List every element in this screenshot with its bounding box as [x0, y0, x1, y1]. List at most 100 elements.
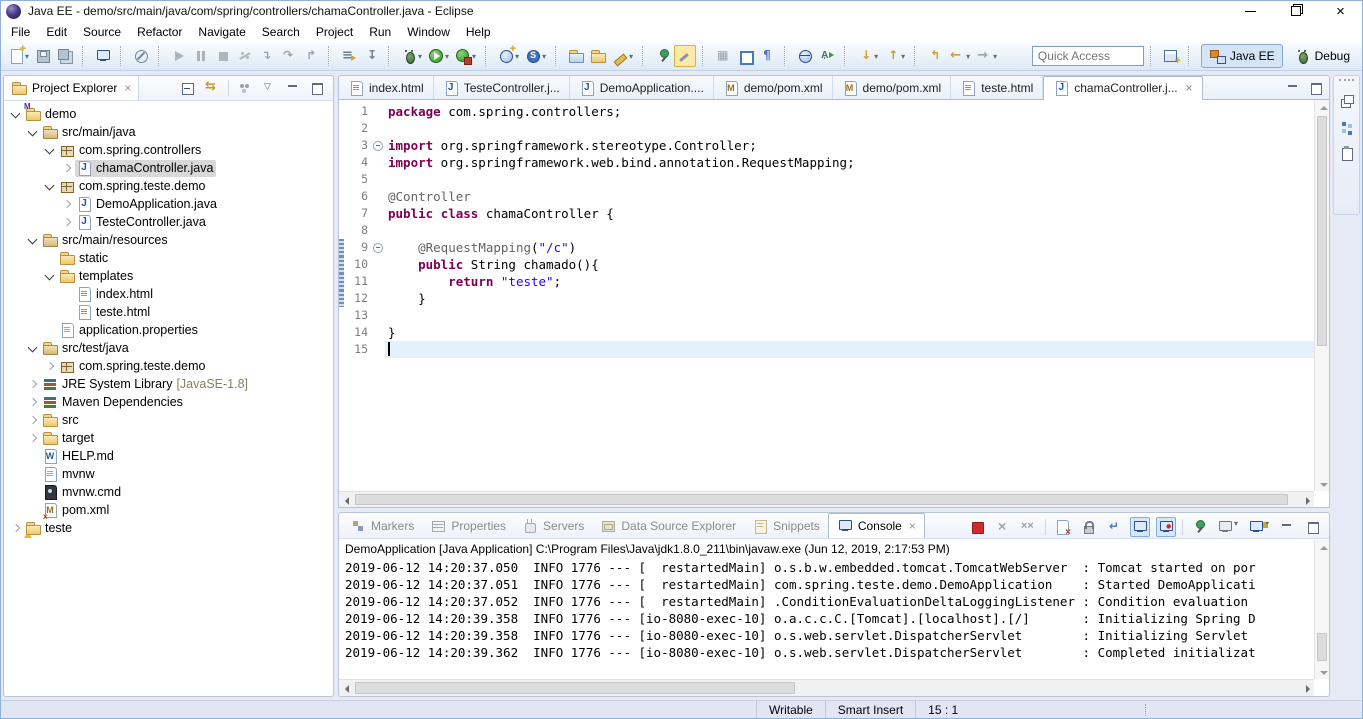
tree-item-src-main-java[interactable]: src/main/java: [4, 123, 333, 141]
soap-service-button[interactable]: ▾: [522, 45, 549, 67]
console-vertical-scrollbar[interactable]: [1314, 540, 1329, 679]
external-tools-button[interactable]: ▾: [452, 45, 479, 67]
dropdown-arrow-icon[interactable]: ▾: [993, 52, 997, 61]
scrollbar-thumb[interactable]: [355, 494, 1288, 505]
external-config-button[interactable]: [816, 45, 838, 67]
scroll-down-icon[interactable]: [1315, 476, 1330, 491]
view-menu-button[interactable]: [261, 80, 277, 96]
open-browser-button[interactable]: [794, 45, 816, 67]
expander-closed-icon[interactable]: [25, 430, 41, 446]
build-all-button[interactable]: [712, 45, 734, 67]
open-type-button[interactable]: [565, 45, 587, 67]
scroll-down-icon[interactable]: [1315, 664, 1330, 679]
terminal-button[interactable]: [92, 45, 114, 67]
run-to-line-button[interactable]: [360, 45, 382, 67]
clear-console-button[interactable]: [1052, 517, 1072, 537]
tree-item-target[interactable]: target: [4, 429, 333, 447]
expander-closed-icon[interactable]: [59, 214, 75, 230]
view-tab-servers[interactable]: Servers: [514, 513, 592, 538]
fold-collapse-icon[interactable]: [371, 137, 385, 154]
scroll-up-icon[interactable]: [1315, 100, 1330, 115]
dots-button[interactable]: [237, 80, 253, 96]
forward-button[interactable]: ▾: [973, 45, 1000, 67]
tree-item-templates[interactable]: templates: [4, 267, 333, 285]
editor-tab-chamacontroller-j[interactable]: chamaController.j...×: [1043, 76, 1202, 100]
annotate-button[interactable]: ▾: [609, 45, 636, 67]
dropdown-arrow-icon[interactable]: ▾: [1234, 519, 1238, 535]
expander-open-icon[interactable]: [42, 268, 58, 284]
expander-closed-icon[interactable]: [59, 196, 75, 212]
menu-file[interactable]: File: [3, 23, 38, 41]
restore-view-icon[interactable]: [1339, 93, 1355, 109]
word-wrap-button[interactable]: [1104, 517, 1124, 537]
tree-item-mvnw[interactable]: mvnw: [4, 465, 333, 483]
tree-item-jre-system-library[interactable]: JRE System Library [JavaSE-1.8]: [4, 375, 333, 393]
scroll-left-icon[interactable]: [339, 680, 354, 695]
expander-closed-icon[interactable]: [25, 412, 41, 428]
project-tree[interactable]: demosrc/main/javacom.spring.controllersc…: [4, 101, 333, 537]
previous-annotation-button[interactable]: ▾: [881, 45, 908, 67]
quick-access-input[interactable]: [1032, 46, 1144, 66]
back-button[interactable]: ▾: [946, 45, 973, 67]
step-into-button[interactable]: [256, 45, 278, 67]
tree-item-src-main-resources[interactable]: src/main/resources: [4, 231, 333, 249]
minimize-editor-icon[interactable]: [1285, 80, 1301, 96]
scrollbar-thumb[interactable]: [1317, 633, 1327, 661]
expander-open-icon[interactable]: [25, 340, 41, 356]
expander-open-icon[interactable]: [42, 178, 58, 194]
editor-vertical-scrollbar[interactable]: [1314, 100, 1329, 491]
tree-item-pom-xml[interactable]: pom.xml: [4, 501, 333, 519]
expander-closed-icon[interactable]: [42, 358, 58, 374]
scrollbar-thumb[interactable]: [355, 682, 795, 694]
editor-tab-demo-pom-xml[interactable]: demo/pom.xml: [833, 76, 952, 99]
editor-tab-teste-html[interactable]: teste.html: [951, 76, 1043, 99]
expander-open-icon[interactable]: [42, 142, 58, 158]
web-service-button[interactable]: ▾: [495, 45, 522, 67]
dropdown-arrow-icon[interactable]: ▾: [542, 52, 546, 61]
outline-view-icon[interactable]: [1339, 119, 1355, 135]
fold-collapse-icon[interactable]: [371, 239, 385, 256]
menu-source[interactable]: Source: [75, 23, 129, 41]
view-tab-snippets[interactable]: Snippets: [744, 513, 828, 538]
tree-item-src-test-java[interactable]: src/test/java: [4, 339, 333, 357]
scroll-up-icon[interactable]: [1315, 540, 1330, 555]
console-horizontal-scrollbar[interactable]: [339, 679, 1314, 696]
tree-item-src[interactable]: src: [4, 411, 333, 429]
tree-item-teste[interactable]: teste: [4, 519, 333, 537]
expander-open-icon[interactable]: [8, 106, 24, 122]
last-edit-button[interactable]: [924, 45, 946, 67]
tree-item-static[interactable]: static: [4, 249, 333, 267]
maximize-button[interactable]: [1303, 517, 1323, 537]
run-history-button[interactable]: [338, 45, 360, 67]
dropdown-arrow-icon[interactable]: ▾: [874, 52, 878, 61]
view-tab-console[interactable]: Console×: [828, 513, 925, 538]
tree-item-application-properties[interactable]: application.properties: [4, 321, 333, 339]
terminate-red-button[interactable]: [967, 517, 987, 537]
editor-tab-demo-pom-xml[interactable]: demo/pom.xml: [714, 76, 833, 99]
dropdown-arrow-icon[interactable]: ▾: [472, 52, 476, 61]
show-selected-button[interactable]: [734, 45, 756, 67]
step-over-button[interactable]: [278, 45, 300, 67]
tree-item-testecontroller-java[interactable]: TesteController.java: [4, 213, 333, 231]
expander-closed-icon[interactable]: [25, 394, 41, 410]
console-log[interactable]: 2019-06-12 14:20:37.050 INFO 1776 --- [ …: [339, 559, 1314, 679]
project-explorer-tab[interactable]: Project Explorer ×: [4, 76, 139, 100]
editor-tab-index-html[interactable]: index.html: [339, 76, 434, 99]
tree-item-teste-html[interactable]: teste.html: [4, 303, 333, 321]
drag-handle[interactable]: [1339, 79, 1354, 83]
tree-item-mvnw-cmd[interactable]: mvnw.cmd: [4, 483, 333, 501]
restore-window-button[interactable]: [1273, 0, 1318, 22]
pin-editor-button[interactable]: [652, 45, 674, 67]
show-stderr-button[interactable]: [1156, 517, 1176, 537]
tree-item-com-spring-controllers[interactable]: com.spring.controllers: [4, 141, 333, 159]
save-button[interactable]: [32, 45, 54, 67]
collapse-all-button[interactable]: [180, 80, 196, 96]
menu-run[interactable]: Run: [361, 23, 399, 41]
pin-console-button[interactable]: [1189, 517, 1209, 537]
editor-horizontal-scrollbar[interactable]: [339, 491, 1314, 507]
close-tab-icon[interactable]: ×: [1186, 81, 1193, 95]
open-resource-button[interactable]: [587, 45, 609, 67]
menu-window[interactable]: Window: [399, 23, 458, 41]
debug-button[interactable]: ▾: [398, 45, 425, 67]
remove-launch-button[interactable]: [993, 517, 1013, 537]
